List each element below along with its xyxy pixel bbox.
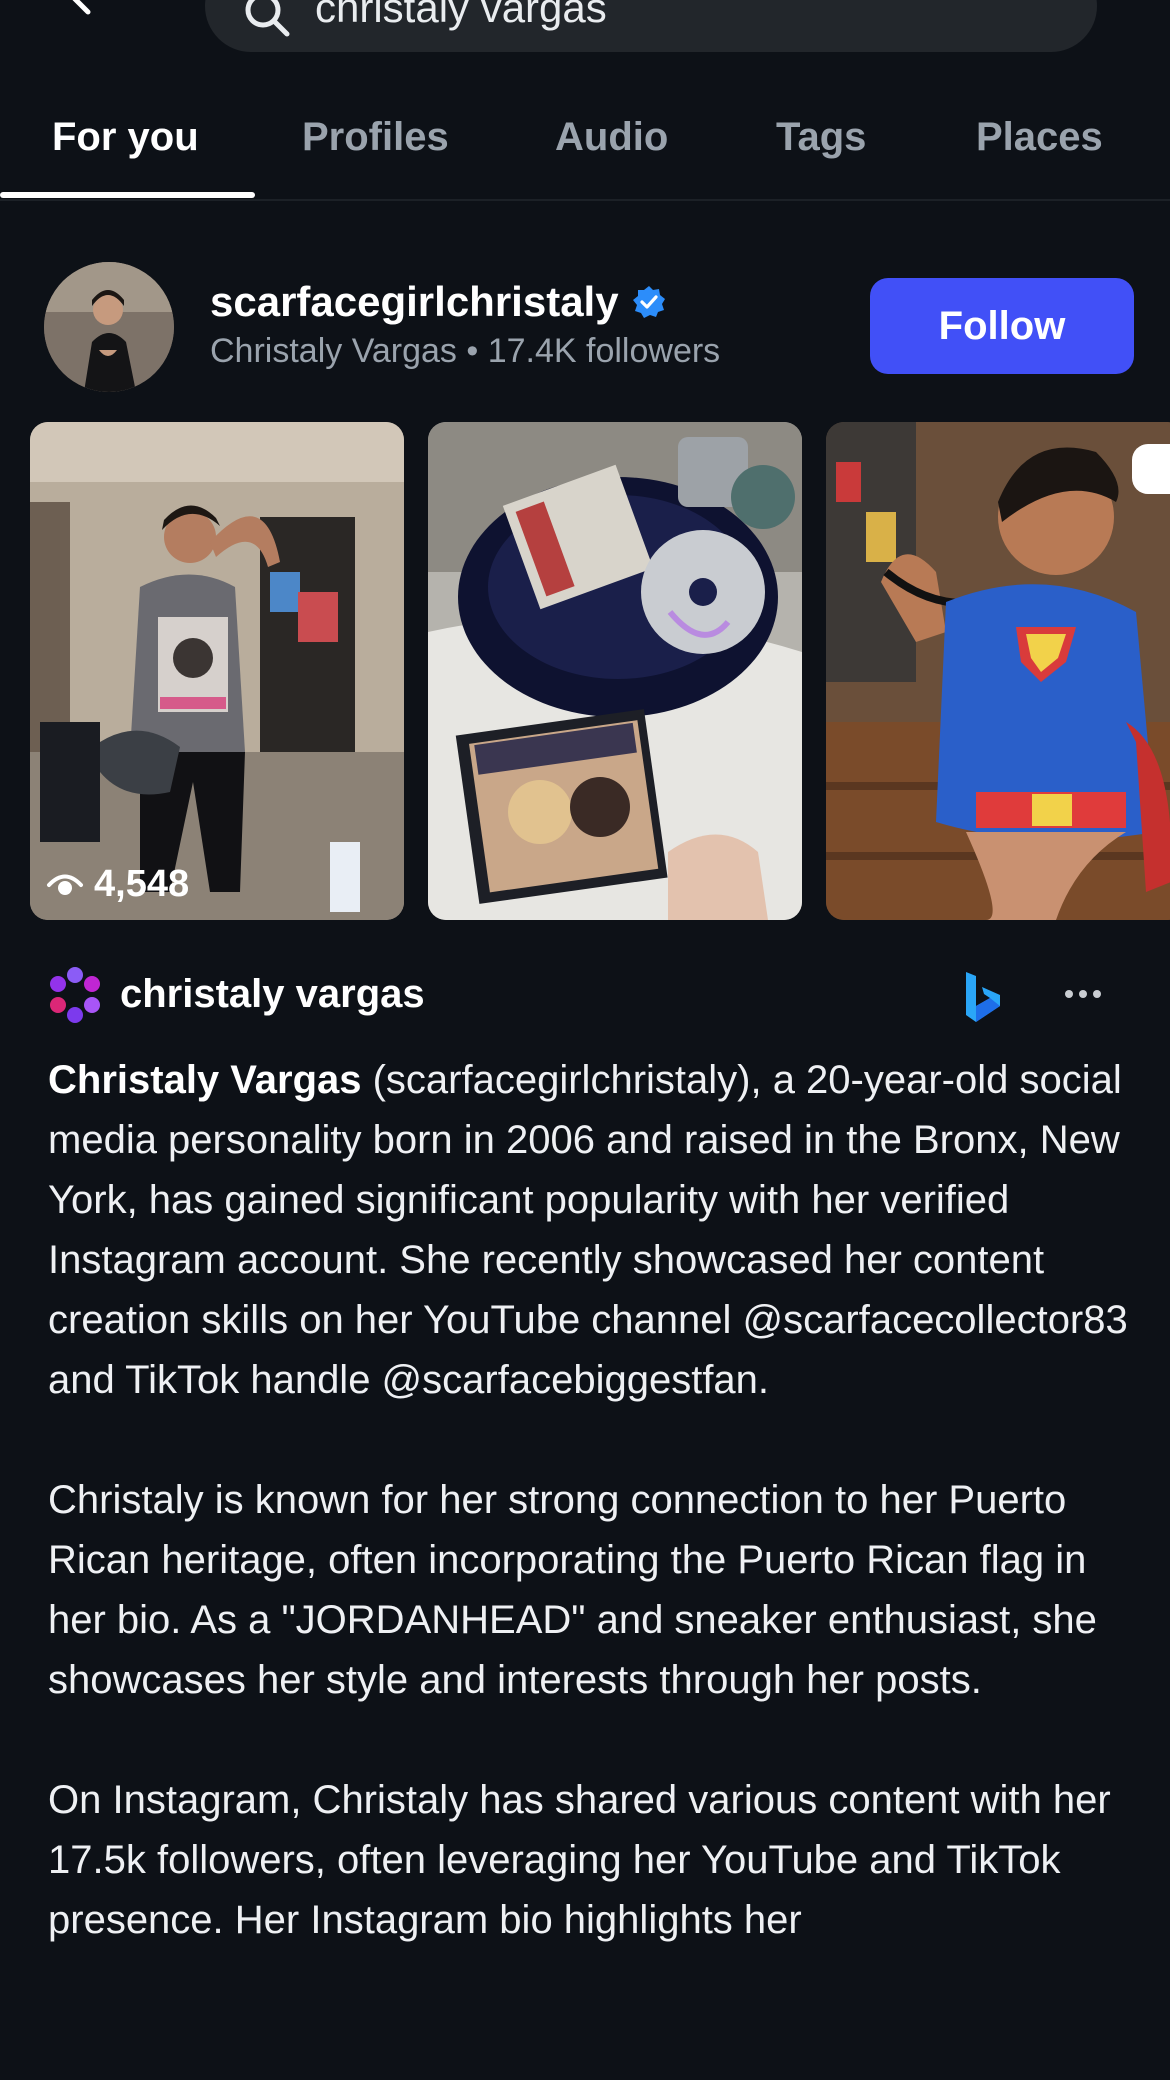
search-input[interactable]: christaly vargas [205,0,1097,52]
post-thumbnail-3[interactable] [826,422,1170,920]
profile-followers: 17.4K followers [487,332,721,370]
post-thumbnail-1[interactable]: 4,548 [30,422,404,920]
follow-button[interactable]: Follow [870,278,1134,374]
tab-audio[interactable]: Audio [555,115,668,160]
profile-subtitle: Christaly Vargas • 17.4K followers [210,332,720,371]
post-photo-woman-superman-shirt [826,422,1170,920]
avatar-photo [44,262,174,392]
profile-separator: • [466,332,479,370]
avatar[interactable] [44,262,174,392]
ai-summary-body: Christaly Vargas (scarfacegirlchristaly)… [48,1050,1138,2010]
tab-tags[interactable]: Tags [776,115,866,160]
summary-bold-name: Christaly Vargas [48,1058,362,1102]
profile-name-row: scarfacegirlchristaly [210,278,667,326]
search-query: christaly vargas [315,0,607,31]
ai-summary-header: christaly vargas [46,966,1126,1026]
post-thumbnail-2[interactable] [428,422,802,920]
tab-profiles[interactable]: Profiles [302,115,449,160]
tab-for-you[interactable]: For you [52,115,199,160]
bing-logo-icon [966,972,1000,1022]
ai-sparkle-logo-icon [50,967,100,1023]
tab-places[interactable]: Places [976,115,1103,160]
profile-username[interactable]: scarfacegirlchristaly [210,278,619,326]
summary-paragraph-3: On Instagram, Christaly has shared vario… [48,1778,1111,1942]
summary-paragraph-1: Christaly Vargas (scarfacegirlchristaly)… [48,1050,1138,1410]
post-photo-cd-player [428,422,802,920]
back-button[interactable] [60,0,100,16]
top-bar: christaly vargas [0,0,1170,70]
search-tabs: For you Profiles Audio Tags Places [0,95,1170,201]
active-tab-indicator [0,192,255,198]
verified-badge-icon [632,286,665,318]
profile-full-name: Christaly Vargas [210,332,457,370]
search-icon [245,0,290,37]
view-count-value: 4,548 [94,863,190,905]
ai-summary-title: christaly vargas [120,972,425,1016]
post-photo-woman-graphic-tee [30,422,404,920]
summary-paragraph-1-text: (scarfacegirlchristaly), a 20-year-old s… [48,1058,1128,1402]
more-options-icon[interactable] [1056,974,1110,1014]
view-count: 4,548 [46,863,189,906]
back-arrow-icon [72,0,91,15]
views-eye-icon [47,874,83,895]
summary-paragraph-2: Christaly is known for her strong connec… [48,1478,1097,1702]
